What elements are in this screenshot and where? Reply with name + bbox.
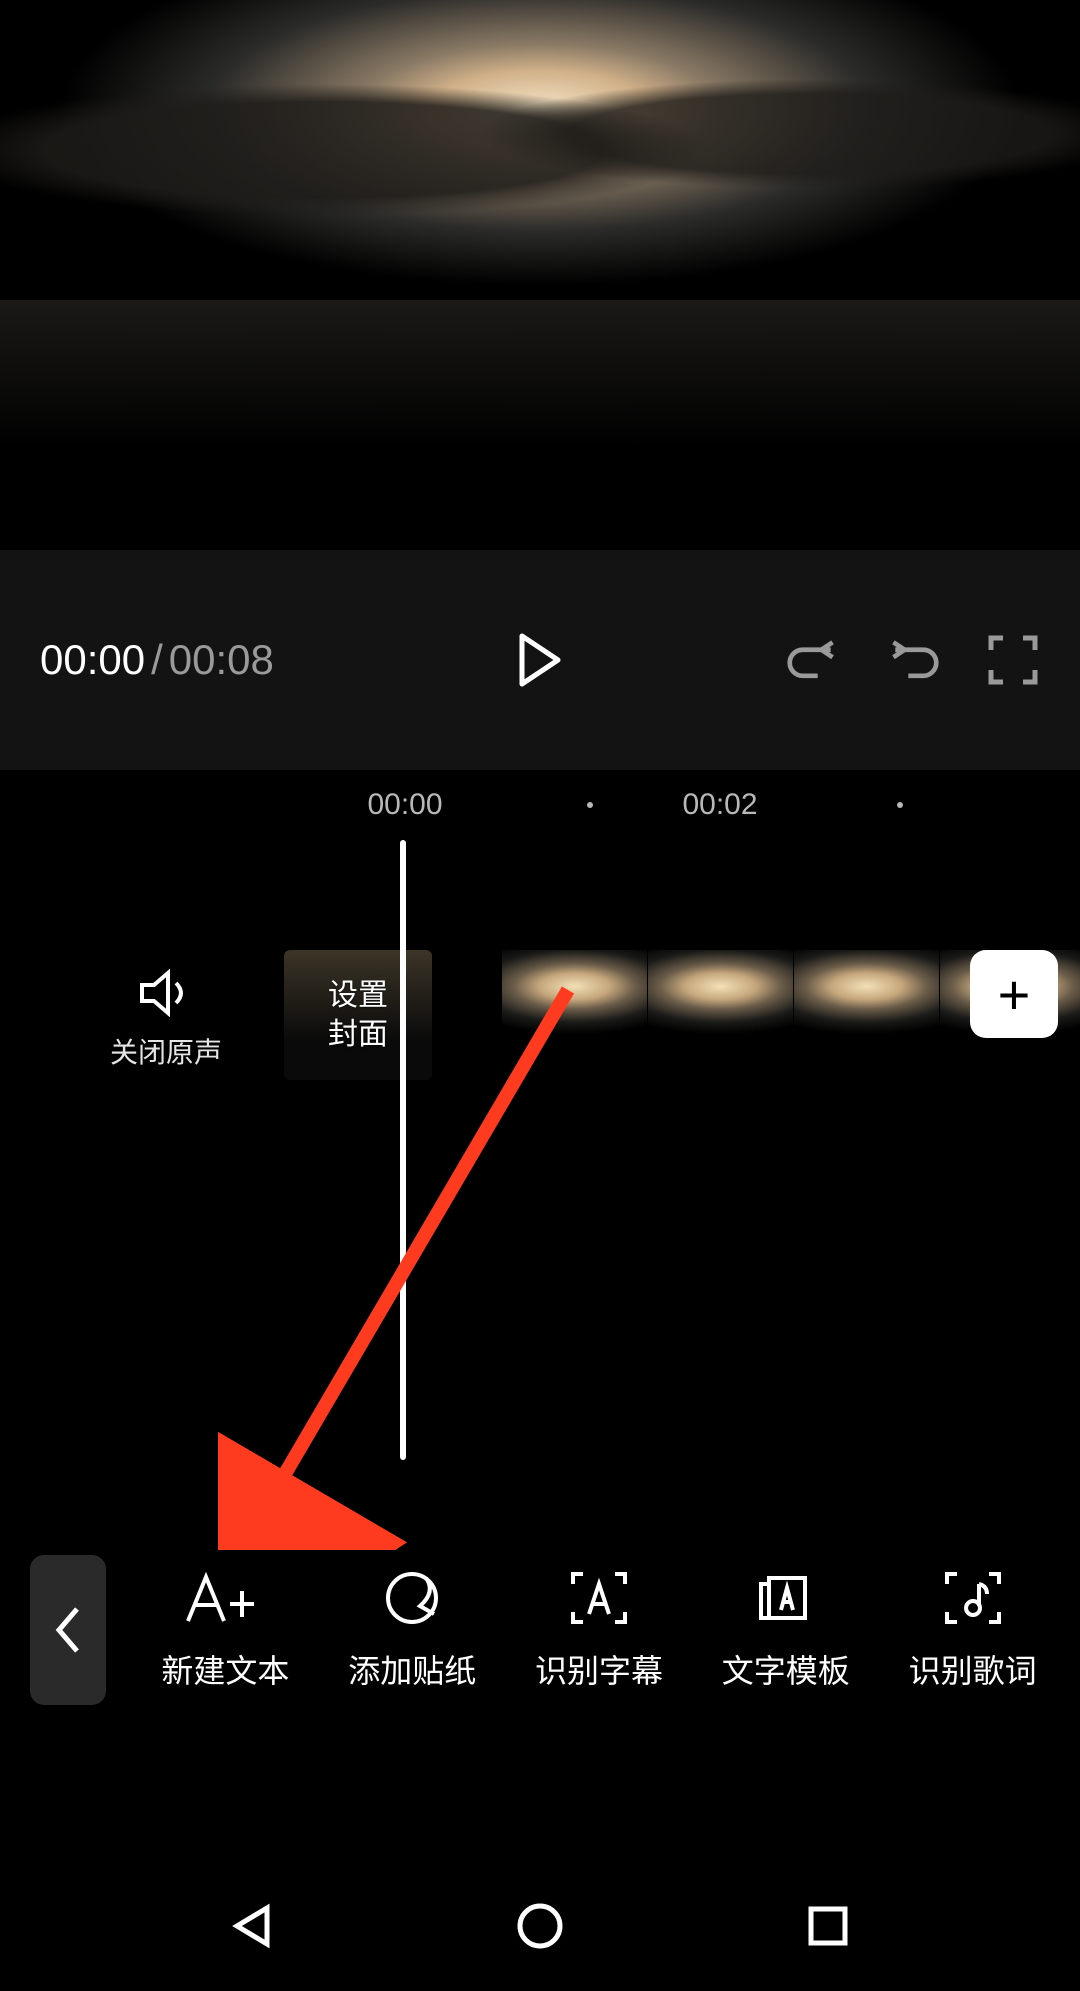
tool-new-text[interactable]: 新建文本: [161, 1568, 289, 1692]
sticker-icon: [384, 1568, 440, 1628]
chevron-left-icon: [53, 1605, 83, 1655]
preview-clouds: [0, 70, 1080, 230]
current-time: 00:00: [40, 636, 145, 684]
ruler-dot: [587, 802, 593, 808]
toolbar-back-button[interactable]: [30, 1555, 106, 1705]
nav-recents-button[interactable]: [793, 1891, 863, 1961]
mute-original-audio[interactable]: 关闭原声: [110, 969, 222, 1071]
plus-icon: +: [998, 962, 1031, 1027]
tool-add-sticker[interactable]: 添加贴纸: [348, 1568, 476, 1692]
total-time: 00:08: [169, 636, 274, 684]
time-separator: /: [151, 636, 163, 684]
tool-auto-lyrics[interactable]: 识别歌词: [909, 1568, 1037, 1692]
triangle-back-icon: [227, 1900, 279, 1952]
playhead[interactable]: [400, 840, 406, 1460]
mute-label: 关闭原声: [110, 1031, 222, 1071]
nav-back-button[interactable]: [218, 1891, 288, 1961]
video-preview[interactable]: [0, 0, 1080, 550]
ruler-tick-2: 00:02: [682, 788, 757, 822]
play-button[interactable]: [513, 633, 567, 687]
preview-ground: [0, 300, 1080, 550]
time-ruler: 00:00 00:02: [0, 770, 1080, 840]
clip-thumb: [502, 950, 648, 1080]
timeline[interactable]: 00:00 00:02 关闭原声 设置 封面 +: [0, 770, 1080, 1500]
undo-button[interactable]: [786, 633, 840, 687]
tool-label: 识别歌词: [909, 1646, 1037, 1692]
ruler-dot: [897, 802, 903, 808]
fullscreen-button[interactable]: [986, 633, 1040, 687]
scan-text-icon: [569, 1568, 629, 1628]
text-toolbar: 新建文本 添加贴纸 识别字幕: [0, 1510, 1080, 1750]
ruler-tick-0: 00:00: [367, 788, 442, 822]
tool-label: 添加贴纸: [348, 1646, 476, 1692]
tool-auto-subtitle[interactable]: 识别字幕: [535, 1568, 663, 1692]
set-cover-label: 设置 封面: [328, 976, 388, 1054]
tool-label: 识别字幕: [535, 1646, 663, 1692]
track-row: 关闭原声 设置 封面 +: [0, 940, 1080, 1100]
tool-text-template[interactable]: 文字模板: [722, 1568, 850, 1692]
redo-button[interactable]: [886, 633, 940, 687]
playback-controls: 00:00 / 00:08: [0, 550, 1080, 770]
clip-thumb: [794, 950, 940, 1080]
tool-label: 文字模板: [722, 1646, 850, 1692]
add-clip-button[interactable]: +: [970, 950, 1058, 1038]
speaker-icon: [138, 969, 194, 1017]
scan-music-icon: [943, 1568, 1003, 1628]
tool-label: 新建文本: [161, 1646, 289, 1692]
text-plus-icon: [182, 1568, 268, 1628]
clip-thumb: [648, 950, 794, 1080]
nav-home-button[interactable]: [505, 1891, 575, 1961]
square-recents-icon: [805, 1903, 851, 1949]
circle-home-icon: [514, 1900, 566, 1952]
set-cover-button[interactable]: 设置 封面: [284, 950, 432, 1080]
system-nav-bar: [0, 1861, 1080, 1991]
text-template-icon: [753, 1568, 819, 1628]
